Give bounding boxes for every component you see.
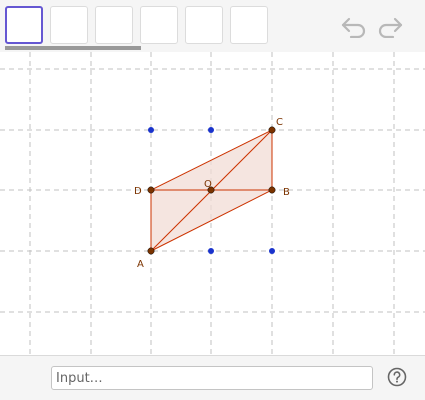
algebra-input[interactable] (51, 366, 373, 390)
point-b[interactable] (268, 186, 276, 194)
selected-tool-indicator (5, 46, 141, 50)
tool-button-2[interactable] (50, 6, 88, 44)
toolbar (0, 0, 425, 52)
label-d: D (134, 186, 142, 197)
label-o: O (204, 179, 212, 190)
tool-button-move[interactable] (5, 6, 43, 44)
point-a[interactable] (147, 247, 155, 255)
label-b: B (283, 187, 290, 198)
undo-icon[interactable] (339, 14, 369, 38)
grid-point[interactable] (269, 248, 275, 254)
tool-button-4[interactable] (140, 6, 178, 44)
point-d[interactable] (147, 186, 155, 194)
grid-point[interactable] (208, 248, 214, 254)
grid-point[interactable] (208, 127, 214, 133)
label-c: C (276, 117, 283, 128)
graphics-canvas[interactable]: A B C D O (0, 52, 425, 355)
point-c[interactable] (268, 126, 276, 134)
tool-button-6[interactable] (230, 6, 268, 44)
label-a: A (137, 259, 144, 270)
grid-point[interactable] (148, 127, 154, 133)
input-bar (0, 355, 425, 400)
redo-icon[interactable] (375, 14, 405, 38)
tool-button-5[interactable] (185, 6, 223, 44)
graphics-view[interactable]: A B C D O (0, 52, 425, 355)
help-icon[interactable] (387, 367, 407, 387)
tool-button-3[interactable] (95, 6, 133, 44)
